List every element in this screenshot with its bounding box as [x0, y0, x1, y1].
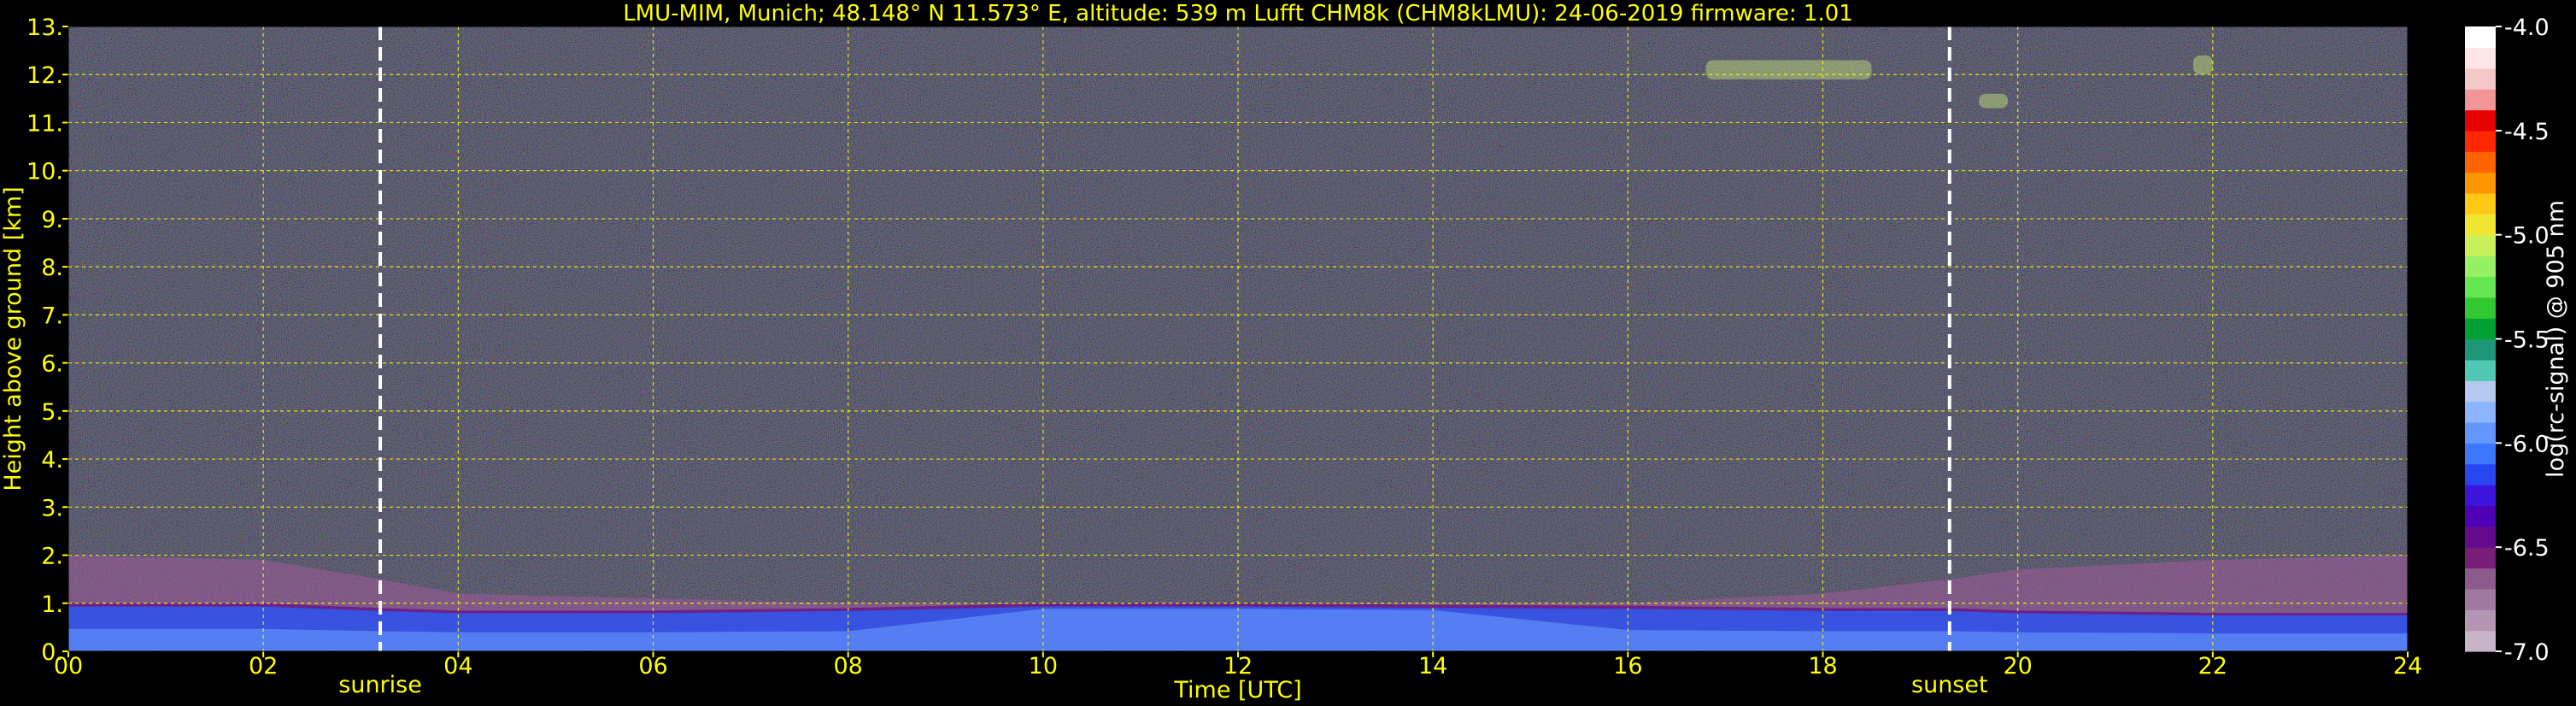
x-tick-label: 06: [638, 653, 667, 680]
colorbar-swatch: [2465, 26, 2496, 48]
colorbar-swatch: [2465, 463, 2496, 485]
x-tick-label: 20: [2003, 653, 2032, 680]
colorbar-swatch: [2465, 526, 2496, 548]
colorbar-tick-label: -7.0: [2504, 639, 2550, 666]
y-axis-label: Height above ground [km]: [0, 186, 26, 491]
y-tick-label: 2.: [41, 544, 63, 570]
event-label-sunset: sunset: [1911, 672, 1988, 698]
x-tick-label: 22: [2198, 653, 2227, 680]
colorbar-swatch: [2465, 130, 2496, 152]
x-tick-label: 24: [2393, 653, 2422, 680]
colorbar-swatch: [2465, 47, 2496, 69]
y-axis: 0. 1. 2. 3. 4. 5. 6. 7. 8. 9. 10. 11. 12. 13.: [26, 15, 68, 666]
y-tick-label: 8.: [41, 255, 63, 281]
figure-title: LMU-MIM, Munich; 48.148° N 11.573° E, al…: [623, 1, 1853, 26]
y-tick-label: 0.: [41, 639, 63, 666]
y-tick-label: 11.: [26, 110, 63, 137]
colorbar-swatch: [2465, 485, 2496, 507]
y-tick-label: 10.: [26, 159, 63, 185]
colorbar-swatch: [2465, 234, 2496, 256]
y-tick-label: 5.: [41, 399, 63, 426]
colorbar-swatch: [2465, 276, 2496, 298]
plot-area: [68, 26, 2408, 651]
colorbar-swatch: [2465, 172, 2496, 194]
colorbar-swatch: [2465, 192, 2496, 215]
colorbar-swatch: [2465, 421, 2496, 444]
colorbar-swatch: [2465, 318, 2496, 340]
colorbar: -7.0-6.5-6.0-5.5-5.0-4.5-4.0: [2465, 15, 2550, 666]
cirrus-cloud: [1705, 60, 1872, 79]
colorbar-tick-label: -6.5: [2504, 535, 2550, 562]
x-tick-label: 08: [833, 653, 862, 680]
x-tick-label: 02: [249, 653, 278, 680]
y-tick-label: 1.: [41, 591, 63, 618]
y-tick-label: 7.: [41, 303, 63, 329]
colorbar-label: log(rc-signal) @ 905 nm: [2543, 200, 2569, 478]
colorbar-swatch: [2465, 297, 2496, 319]
colorbar-swatch: [2465, 588, 2496, 610]
colorbar-swatch: [2465, 338, 2496, 361]
colorbar-tick-label: -4.0: [2504, 15, 2550, 41]
cirrus-cloud: [1979, 93, 2009, 109]
y-tick-label: 13.: [26, 15, 63, 41]
x-tick-label: 12: [1223, 653, 1253, 680]
x-tick-label: 16: [1613, 653, 1642, 680]
colorbar-swatch: [2465, 214, 2496, 236]
colorbar-swatch: [2465, 609, 2496, 632]
colorbar-swatch: [2465, 630, 2496, 652]
colorbar-swatch: [2465, 68, 2496, 90]
cirrus-cloud: [2193, 55, 2213, 75]
x-tick-label: 14: [1418, 653, 1447, 680]
colorbar-swatch: [2465, 256, 2496, 277]
event-label-sunrise: sunrise: [338, 672, 422, 698]
colorbar-swatch: [2465, 359, 2496, 381]
colorbar-swatch: [2465, 151, 2496, 174]
colorbar-swatch: [2465, 568, 2496, 590]
colorbar-swatch: [2465, 380, 2496, 403]
x-tick-label: 18: [1808, 653, 1837, 680]
y-tick-label: 6.: [41, 351, 63, 378]
colorbar-swatch: [2465, 89, 2496, 111]
colorbar-swatch: [2465, 443, 2496, 465]
x-tick-label: 10: [1029, 653, 1058, 680]
ceilometer-figure: LMU-MIM, Munich; 48.148° N 11.573° E, al…: [0, 1, 2569, 703]
colorbar-swatch: [2465, 547, 2496, 569]
colorbar-swatch: [2465, 401, 2496, 423]
colorbar-swatch: [2465, 109, 2496, 132]
colorbar-swatch: [2465, 505, 2496, 527]
y-tick-label: 12.: [26, 62, 63, 89]
y-tick-label: 3.: [41, 495, 63, 521]
x-tick-label: 04: [443, 653, 472, 680]
signal-noise-field: [68, 26, 2408, 651]
y-tick-label: 9.: [41, 207, 63, 233]
x-axis-label: Time [UTC]: [1173, 677, 1301, 703]
colorbar-tick-label: -4.5: [2504, 119, 2550, 145]
y-tick-label: 4.: [41, 447, 63, 474]
